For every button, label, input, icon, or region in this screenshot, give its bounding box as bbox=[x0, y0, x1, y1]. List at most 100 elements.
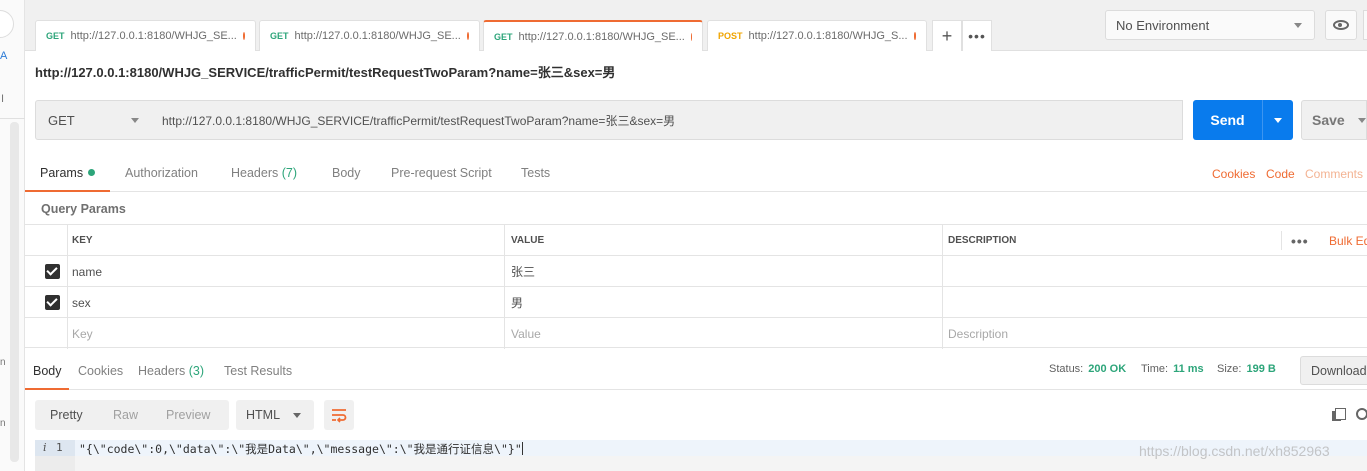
url-input[interactable]: http://127.0.0.1:8180/WHJG_SERVICE/traff… bbox=[151, 100, 1183, 140]
param-checkbox[interactable] bbox=[45, 264, 60, 279]
request-tab-1[interactable]: GET http://127.0.0.1:8180/WHJG_SE... bbox=[35, 20, 256, 51]
time-value[interactable]: 11 ms bbox=[1173, 363, 1204, 375]
info-icon: i bbox=[43, 441, 47, 454]
response-tab-headers[interactable]: Headers (3) bbox=[138, 364, 204, 378]
send-button[interactable]: Send bbox=[1193, 100, 1262, 140]
tab-method: GET bbox=[46, 31, 65, 41]
size-value[interactable]: 199 B bbox=[1246, 363, 1275, 375]
wrap-lines-button[interactable] bbox=[324, 400, 354, 430]
comments-link[interactable]: Comments bbox=[1305, 167, 1363, 181]
active-dot-icon bbox=[88, 169, 96, 176]
send-dropdown-button[interactable] bbox=[1262, 100, 1293, 140]
param-key[interactable]: name bbox=[67, 256, 504, 287]
save-label: Save bbox=[1312, 112, 1345, 128]
param-key[interactable]: sex bbox=[67, 287, 504, 318]
status-label: Status: bbox=[1049, 363, 1084, 375]
param-description[interactable] bbox=[942, 287, 1367, 318]
chevron-down-icon bbox=[1358, 118, 1366, 123]
tab-title: http://127.0.0.1:8180/WHJG_SE... bbox=[294, 30, 461, 42]
more-icon[interactable]: ••• bbox=[962, 20, 992, 51]
tab-pre-request-script[interactable]: Pre-request Script bbox=[391, 166, 492, 180]
column-header-key: KEY bbox=[67, 225, 504, 256]
status-value[interactable]: 200 OK bbox=[1088, 363, 1126, 375]
watermark: https://blog.csdn.net/xh852963 bbox=[1139, 443, 1330, 459]
param-value[interactable]: 张三 bbox=[504, 256, 942, 287]
request-title[interactable]: http://127.0.0.1:8180/WHJG_SERVICE/traff… bbox=[35, 62, 615, 81]
sidebar-search-circle[interactable] bbox=[0, 10, 14, 38]
table-row: name 张三 bbox=[25, 255, 1367, 287]
more-icon[interactable]: ••• bbox=[1291, 233, 1309, 249]
new-value-input[interactable]: Value bbox=[504, 318, 942, 349]
tab-headers[interactable]: Headers (7) bbox=[231, 166, 297, 180]
sidebar-divider bbox=[0, 118, 25, 119]
response-tabs: Body Cookies Headers (3) Test Results St… bbox=[25, 356, 1367, 390]
response-body-line[interactable]: "{\"code\":0,\"data\":\"我是Data\",\"messa… bbox=[79, 441, 523, 457]
size-label: Size: bbox=[1217, 363, 1242, 375]
time-info: Time: 11 ms bbox=[1141, 363, 1204, 375]
param-value[interactable]: 男 bbox=[504, 287, 942, 318]
header-divider bbox=[1281, 231, 1282, 250]
active-tab-underline bbox=[25, 388, 69, 390]
tab-title: http://127.0.0.1:8180/WHJG_SE... bbox=[518, 30, 685, 43]
active-tab-underline bbox=[25, 190, 110, 192]
chevron-down-icon bbox=[1294, 23, 1302, 28]
environment-quick-look-button[interactable] bbox=[1325, 10, 1357, 40]
method-select[interactable]: GET bbox=[35, 100, 152, 140]
tab-tests[interactable]: Tests bbox=[521, 166, 550, 180]
response-tab-cookies[interactable]: Cookies bbox=[78, 364, 123, 378]
language-value: HTML bbox=[246, 408, 281, 422]
sidebar-label-a: A bbox=[0, 50, 8, 62]
format-pretty[interactable]: Pretty bbox=[50, 408, 83, 422]
sidebar-label-i: I bbox=[1, 93, 5, 105]
line-number: 1 bbox=[56, 441, 63, 454]
new-description-input[interactable]: Description bbox=[942, 318, 1367, 349]
response-body-text: "{\"code\":0,\"data\":\"我是Data\",\"messa… bbox=[79, 442, 522, 456]
plus-icon[interactable]: + bbox=[932, 20, 962, 51]
response-headers-label: Headers bbox=[138, 364, 186, 378]
request-config-tabs: Params Authorization Headers (7) Body Pr… bbox=[25, 155, 1367, 192]
response-tab-test-results[interactable]: Test Results bbox=[224, 364, 292, 378]
request-tab-2[interactable]: GET http://127.0.0.1:8180/WHJG_SE... bbox=[259, 20, 480, 51]
format-preview[interactable]: Preview bbox=[166, 408, 210, 422]
code-link[interactable]: Code bbox=[1266, 167, 1295, 181]
language-select[interactable]: HTML bbox=[236, 400, 314, 430]
response-tab-body[interactable]: Body bbox=[33, 364, 62, 378]
sidebar-label-n2: n bbox=[0, 418, 6, 429]
save-button[interactable]: Save bbox=[1301, 100, 1367, 140]
tab-title: http://127.0.0.1:8180/WHJG_S... bbox=[748, 30, 908, 42]
unsaved-dot-icon bbox=[242, 32, 245, 40]
tab-params[interactable]: Params bbox=[40, 166, 96, 180]
tab-method: GET bbox=[494, 31, 513, 42]
table-row-new: Key Value Description bbox=[25, 317, 1367, 349]
download-button[interactable]: Download bbox=[1300, 356, 1367, 385]
bulk-edit-link[interactable]: Bulk Ed bbox=[1329, 234, 1367, 248]
sidebar-scrollbar[interactable] bbox=[10, 122, 19, 462]
status-info: Status: 200 OK bbox=[1049, 363, 1126, 375]
format-raw[interactable]: Raw bbox=[113, 408, 138, 422]
search-icon[interactable] bbox=[1356, 408, 1367, 420]
size-info: Size: 199 B bbox=[1217, 363, 1276, 375]
unsaved-dot-icon bbox=[466, 32, 469, 40]
tab-body[interactable]: Body bbox=[332, 166, 361, 180]
text-cursor bbox=[521, 442, 523, 455]
response-headers-count: (3) bbox=[188, 364, 205, 378]
time-label: Time: bbox=[1141, 363, 1169, 375]
new-key-input[interactable]: Key bbox=[67, 318, 504, 349]
unsaved-dot-icon bbox=[690, 32, 692, 41]
tab-headers-count: (7) bbox=[281, 166, 298, 180]
request-tabs-bar: GET http://127.0.0.1:8180/WHJG_SE... GET… bbox=[25, 0, 1100, 51]
tab-method: GET bbox=[270, 31, 289, 41]
query-params-label: Query Params bbox=[41, 202, 126, 216]
settings-button-edge[interactable] bbox=[1363, 10, 1367, 40]
tab-authorization[interactable]: Authorization bbox=[125, 166, 198, 180]
environment-select[interactable]: No Environment bbox=[1105, 10, 1315, 40]
param-checkbox[interactable] bbox=[45, 295, 60, 310]
cookies-link[interactable]: Cookies bbox=[1212, 167, 1255, 181]
request-tab-4[interactable]: POST http://127.0.0.1:8180/WHJG_S... bbox=[707, 20, 927, 51]
copy-icon[interactable] bbox=[1332, 408, 1346, 421]
param-description[interactable] bbox=[942, 256, 1367, 287]
chevron-down-icon bbox=[293, 413, 301, 418]
chevron-down-icon bbox=[1274, 117, 1282, 123]
table-header-row: KEY VALUE DESCRIPTION ••• Bulk Ed bbox=[25, 224, 1367, 256]
request-tab-3-active[interactable]: GET http://127.0.0.1:8180/WHJG_SE... bbox=[483, 20, 703, 51]
